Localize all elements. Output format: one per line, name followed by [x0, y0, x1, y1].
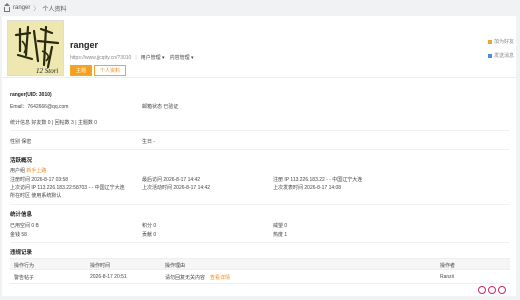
row-operator: Ranzii [440, 274, 454, 280]
row-time: 2026-8-17 20:51 [90, 274, 127, 280]
contribution: 贡献 0 [142, 232, 157, 238]
heat: 热度 1 [273, 232, 288, 238]
row-reason: 请勿回复无关内容 [165, 275, 206, 281]
logo-mark-icon [488, 286, 496, 294]
violations-title: 违规记录 [10, 250, 33, 256]
watermark-logo [478, 283, 514, 297]
user-group: 用户组 新手上路 [10, 168, 47, 174]
add-friend-icon [488, 39, 492, 44]
divider [10, 242, 510, 243]
reg-time: 注册时间 2026-8-17 03:58 [10, 177, 69, 183]
birthday: 生日 - [142, 139, 156, 145]
uid-line: ranger(UID: 3010) [10, 92, 52, 98]
col-action: 操作行为 [14, 263, 35, 269]
divider [10, 130, 510, 131]
col-reason: 操作理由 [165, 263, 186, 269]
stats-title: 统计信息 [10, 212, 33, 218]
breadcrumb-current: 个人资料 [42, 6, 67, 13]
email: Email：7642666@qq.com [10, 104, 69, 110]
home-icon[interactable] [4, 2, 10, 12]
view-details-link[interactable]: 查看详情 [210, 274, 230, 281]
profile-actions: 加为好友 发送消息 [488, 38, 516, 66]
divider [10, 149, 510, 150]
last-ip: 上次访问 IP 113.226.183.22:58703 - - 中国辽宁大连 [10, 185, 125, 191]
separator: | [135, 54, 137, 61]
points: 积分 0 [142, 223, 157, 229]
email-status: 邮箱状态 已验证 [142, 104, 179, 110]
user-group-value[interactable]: 新手上路 [26, 168, 46, 174]
profile-info-line: https://www.jjcqtty.cn/?3010 | 用户管理 ▾ 内容… [70, 54, 194, 62]
avatar: 12 Stori [7, 20, 64, 76]
add-friend-link[interactable]: 加为好友 [488, 38, 516, 45]
message-icon [488, 53, 492, 58]
breadcrumb: ranger 〉 个人资料 [0, 0, 520, 16]
table-header: 操作行为 操作时间 操作理由 操作者 [10, 258, 510, 270]
reg-ip: 注册 IP 113.226.183.22 - - 中国辽宁大连 [273, 177, 363, 183]
tab-profile[interactable]: 个人资料 [94, 65, 127, 76]
timezone: 所在时区 使用系统默认 [10, 193, 62, 199]
last-visit: 最后访问 2026-8-17 14:42 [142, 177, 201, 183]
col-time: 操作时间 [90, 263, 111, 269]
profile-header: 12 Stori ranger https://www.jjcqtty.cn/?… [2, 16, 516, 78]
table-row: 警告帖子 2026-8-17 20:51 请勿回复无关内容 查看详情 Ranzi… [10, 270, 510, 284]
content-manage-menu[interactable]: 内容管理 ▾ [170, 54, 194, 61]
space-used: 已用空间 0 B [10, 223, 39, 229]
divider [10, 204, 510, 205]
money: 金钱 58 [10, 232, 27, 238]
logo-mark-icon [498, 286, 506, 294]
prestige: 威望 0 [273, 223, 288, 229]
logo-mark-icon [478, 286, 486, 294]
profile-panel: 12 Stori ranger https://www.jjcqtty.cn/?… [2, 16, 516, 296]
last-post: 上次发表时间 2026-8-17 14:08 [273, 185, 342, 191]
profile-url[interactable]: https://www.jjcqtty.cn/?3010 [70, 55, 131, 61]
stats-summary: 统计信息 好友数 0 | 回帖数 3 | 主题数 0 [10, 120, 98, 126]
gender: 性别 保密 [10, 139, 32, 145]
breadcrumb-root[interactable]: ranger [13, 5, 30, 11]
user-manage-menu[interactable]: 用户管理 ▾ [141, 54, 165, 61]
profile-tabs: 主题 个人资料 [70, 65, 127, 76]
username: ranger [70, 40, 99, 50]
col-operator: 操作者 [440, 263, 456, 269]
tab-threads[interactable]: 主题 [70, 65, 93, 76]
send-message-link[interactable]: 发送消息 [488, 52, 516, 59]
avatar-caption: 12 Stori [36, 67, 58, 75]
last-active: 上次活动时间 2026-8-17 14:42 [142, 185, 211, 191]
breadcrumb-separator: 〉 [33, 6, 40, 13]
row-action: 警告帖子 [14, 275, 35, 281]
activity-title: 活跃概况 [10, 158, 33, 164]
avatar-calligraphy-image: 12 Stori [8, 21, 63, 75]
